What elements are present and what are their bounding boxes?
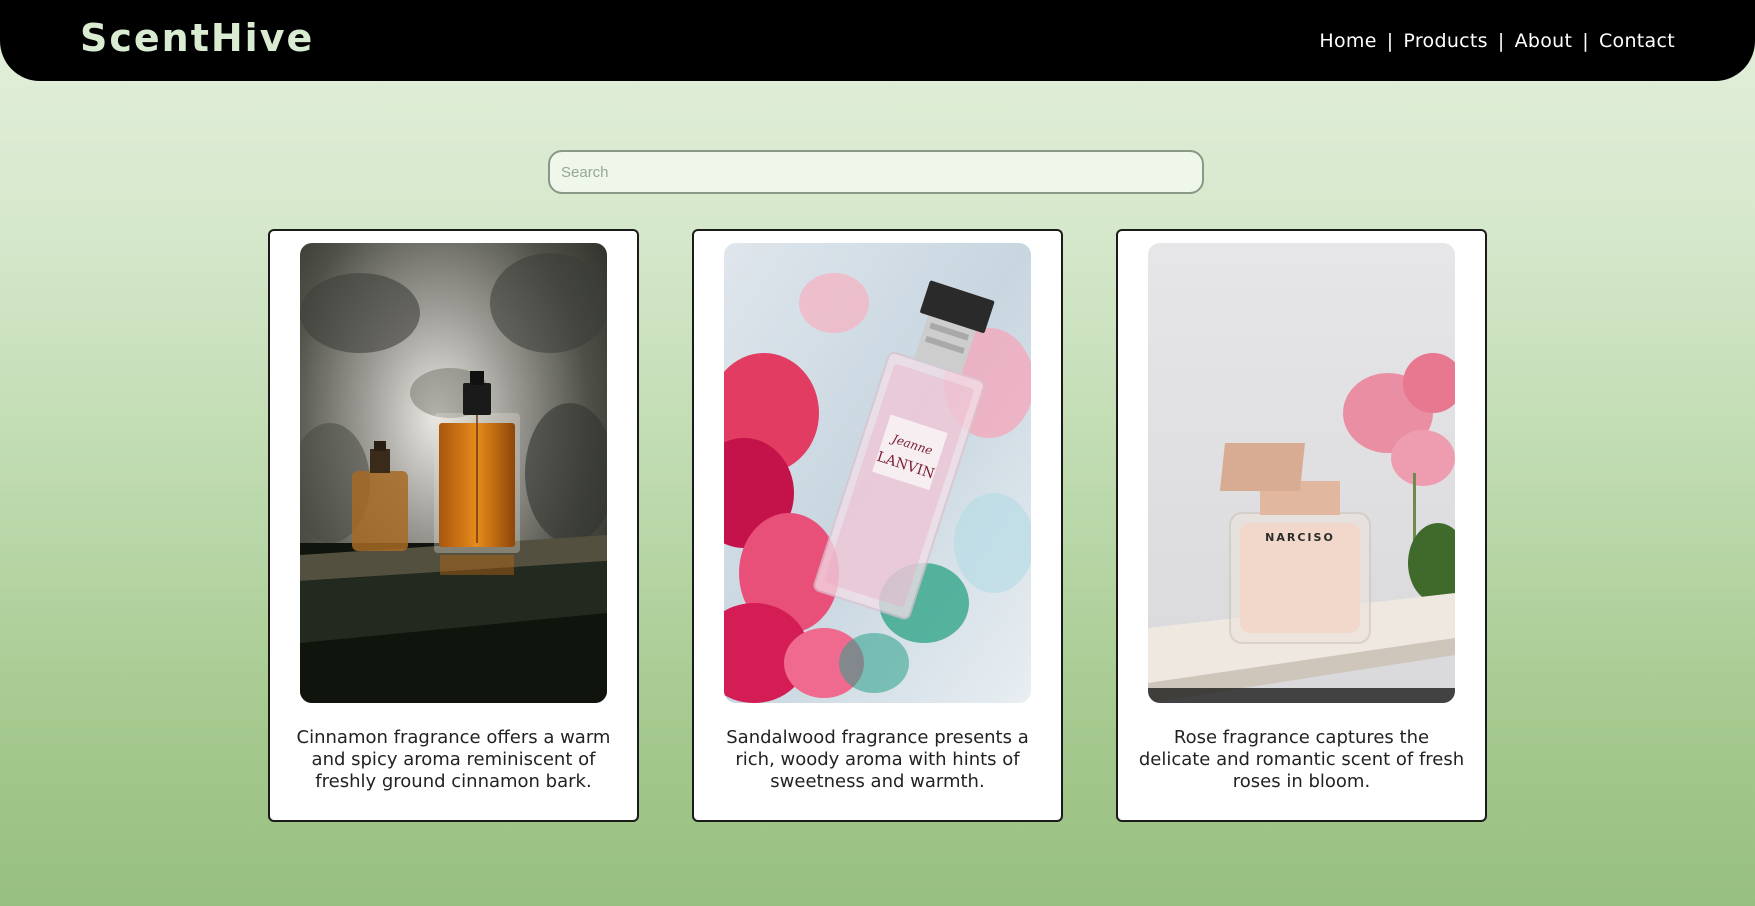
product-card-cinnamon[interactable]: Cinnamon fragrance offers a warm and spi… — [268, 229, 639, 822]
main-nav: Home | Products | About | Contact — [1319, 30, 1675, 52]
product-description: Cinnamon fragrance offers a warm and spi… — [296, 727, 611, 792]
lanvin-perfume-bottle-image: Jeanne LANVIN — [724, 243, 1031, 703]
nav-separator: | — [1582, 30, 1589, 52]
nav-products-link[interactable]: Products — [1403, 30, 1487, 52]
nav-contact-link[interactable]: Contact — [1599, 30, 1675, 52]
product-description: Sandalwood fragrance presents a rich, wo… — [726, 727, 1029, 792]
bottle-label-brand: NARCISO — [1265, 531, 1335, 544]
nav-separator: | — [1386, 30, 1394, 52]
narciso-perfume-bottle-image: NARCISO — [1148, 243, 1455, 703]
search-input[interactable] — [548, 150, 1204, 194]
cinnamon-perfume-bottle-image — [300, 243, 607, 703]
nav-about-link[interactable]: About — [1515, 30, 1573, 52]
navbar: ScentHive Home | Products | About | Cont… — [0, 0, 1755, 81]
site-logo[interactable]: ScentHive — [80, 16, 314, 60]
product-card-sandalwood[interactable]: Jeanne LANVIN Sandalwood fragrance prese… — [692, 229, 1063, 822]
nav-home-link[interactable]: Home — [1319, 30, 1376, 52]
product-description: Rose fragrance captures the delicate and… — [1138, 727, 1465, 792]
nav-separator: | — [1497, 30, 1505, 52]
product-card-rose[interactable]: NARCISO Rose fragrance captures the deli… — [1116, 229, 1487, 822]
